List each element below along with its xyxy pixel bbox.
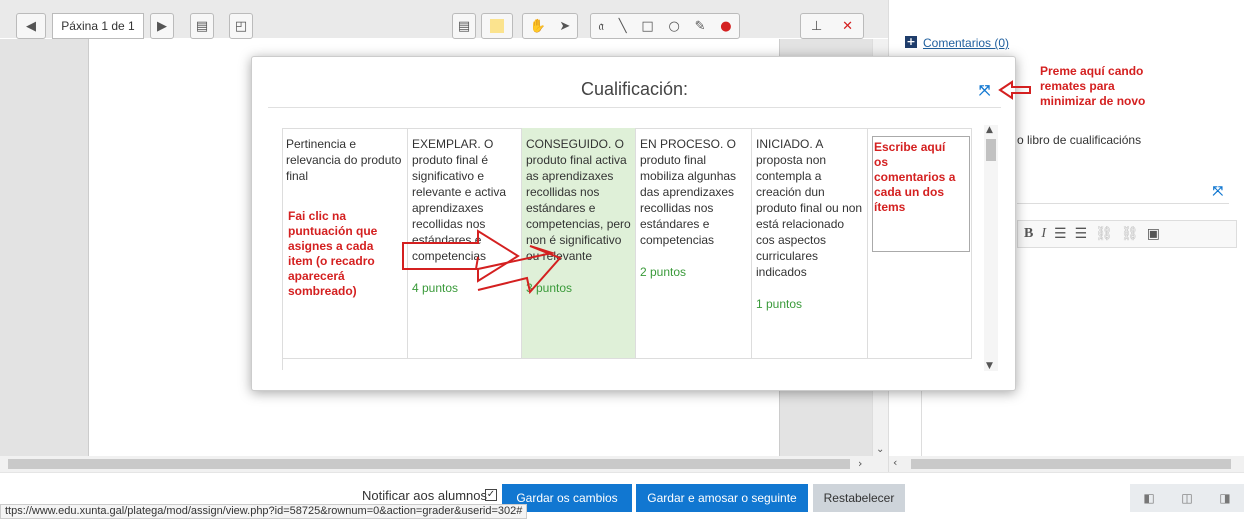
reset-button[interactable]: Restabelecer: [813, 484, 905, 512]
layout-right-icon[interactable]: ◨: [1219, 491, 1230, 505]
score-arrow-icon-1: [402, 229, 520, 283]
layout-toggle-group: ◧ ◫ ◨: [1130, 484, 1244, 512]
minimize-arrow-icon: [998, 80, 1031, 100]
notify-label: Notificar aos alumnos: [362, 488, 487, 503]
layout-both-icon[interactable]: ◫: [1181, 491, 1192, 505]
score-arrow-icon-2: [475, 245, 562, 295]
status-url: ttps://www.edu.xunta.gal/platega/mod/ass…: [0, 504, 528, 519]
annotation-arrows: [402, 80, 1031, 295]
notify-checkbox[interactable]: ✓: [485, 489, 497, 501]
layout-left-icon[interactable]: ◧: [1143, 491, 1154, 505]
save-and-next-button[interactable]: Gardar e amosar o seguinte: [636, 484, 808, 512]
